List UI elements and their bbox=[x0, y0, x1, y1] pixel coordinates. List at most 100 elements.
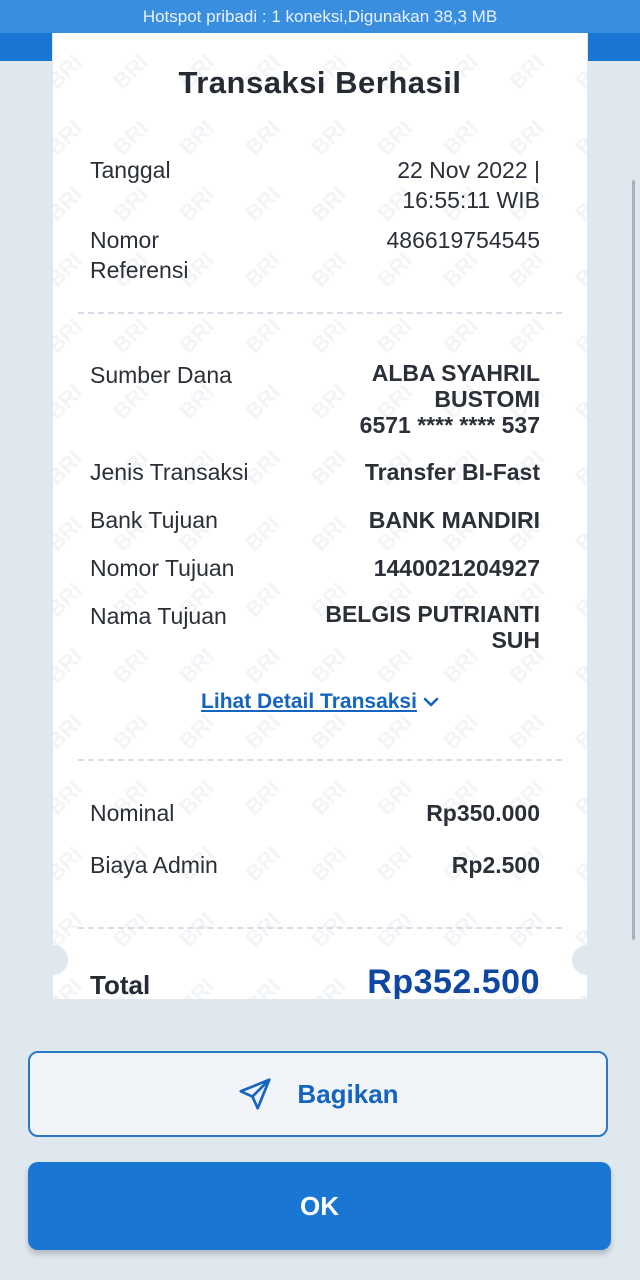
bank-tujuan-value: BANK MANDIRI bbox=[368, 507, 540, 533]
ticket-notch-left bbox=[53, 945, 68, 975]
jenis-transaksi-label: Jenis Transaksi bbox=[90, 459, 249, 485]
page-title: Transaksi Berhasil bbox=[178, 65, 462, 100]
watermark-logo: BRI bbox=[174, 643, 219, 688]
watermark-logo: BRI bbox=[570, 247, 587, 292]
divider bbox=[78, 312, 562, 314]
watermark-logo: BRI bbox=[174, 313, 219, 358]
nomor-referensi-label: Nomor Referensi bbox=[90, 225, 260, 285]
watermark-logo: BRI bbox=[570, 577, 587, 622]
watermark-logo: BRI bbox=[306, 313, 351, 358]
status-bar: Hotspot pribadi : 1 koneksi,Digunakan 38… bbox=[0, 0, 640, 33]
watermark-logo: BRI bbox=[53, 709, 87, 754]
watermark-logo: BRI bbox=[438, 313, 483, 358]
watermark-logo: BRI bbox=[53, 775, 87, 820]
watermark-logo: BRI bbox=[53, 181, 87, 226]
tanggal-value: 22 Nov 2022 | 16:55:11 WIB bbox=[320, 155, 540, 215]
bank-tujuan-label: Bank Tujuan bbox=[90, 507, 218, 533]
watermark-logo: BRI bbox=[504, 709, 549, 754]
detail-transaksi-link[interactable]: Lihat Detail Transaksi bbox=[53, 690, 587, 714]
watermark-logo: BRI bbox=[108, 313, 153, 358]
watermark-logo: BRI bbox=[240, 907, 285, 952]
biaya-admin-value: Rp2.500 bbox=[451, 852, 540, 878]
sumber-dana-value: ALBA SYAHRIL BUSTOMI 6571 **** **** 537 bbox=[280, 360, 540, 438]
watermark-logo: BRI bbox=[504, 313, 549, 358]
biaya-admin-label: Biaya Admin bbox=[90, 852, 218, 878]
watermark-logo: BRI bbox=[504, 907, 549, 952]
nama-tujuan-value: BELGIS PUTRIANTI SUH bbox=[280, 601, 540, 653]
watermark-logo: BRI bbox=[372, 313, 417, 358]
divider bbox=[78, 927, 562, 929]
divider bbox=[78, 759, 562, 761]
header-background-right bbox=[588, 33, 640, 61]
scrollbar[interactable] bbox=[632, 180, 635, 940]
watermark-logo: BRI bbox=[570, 313, 587, 358]
nama-tujuan-line2: SUH bbox=[491, 627, 540, 653]
watermark-logo: BRI bbox=[240, 313, 285, 358]
watermark-logo: BRI bbox=[53, 379, 87, 424]
watermark-logo: BRI bbox=[108, 181, 153, 226]
watermark-logo: BRI bbox=[570, 511, 587, 556]
tanggal-label: Tanggal bbox=[90, 157, 171, 183]
watermark-logo: BRI bbox=[306, 907, 351, 952]
detail-transaksi-label[interactable]: Lihat Detail Transaksi bbox=[201, 690, 417, 713]
watermark-logo: BRI bbox=[174, 115, 219, 160]
share-button[interactable]: Bagikan bbox=[28, 1051, 608, 1137]
nama-tujuan-label: Nama Tujuan bbox=[90, 603, 227, 629]
nomor-referensi-label-line2: Referensi bbox=[90, 257, 189, 283]
watermark-logo: BRI bbox=[372, 115, 417, 160]
watermark-logo: BRI bbox=[53, 973, 87, 999]
nominal-value: Rp350.000 bbox=[426, 800, 540, 826]
send-icon bbox=[239, 1078, 272, 1110]
nomor-referensi-value: 486619754545 bbox=[386, 227, 541, 253]
watermark-logo: BRI bbox=[240, 115, 285, 160]
nomor-tujuan-label: Nomor Tujuan bbox=[90, 555, 235, 581]
ok-button-label[interactable]: OK bbox=[300, 1191, 339, 1222]
share-button-label[interactable]: Bagikan bbox=[297, 1079, 398, 1110]
watermark-logo: BRI bbox=[372, 907, 417, 952]
watermark-logo: BRI bbox=[438, 907, 483, 952]
watermark-logo: BRI bbox=[174, 907, 219, 952]
watermark-logo: BRI bbox=[174, 973, 219, 999]
total-value: Rp352.500 bbox=[367, 963, 540, 999]
nominal-label: Nominal bbox=[90, 800, 175, 826]
watermark-logo: BRI bbox=[570, 379, 587, 424]
watermark-logo: BRI bbox=[570, 841, 587, 886]
watermark-logo: BRI bbox=[570, 445, 587, 490]
watermark-logo: BRI bbox=[108, 115, 153, 160]
header-background-left bbox=[0, 33, 52, 61]
watermark-logo: BRI bbox=[570, 115, 587, 160]
watermark-logo: BRI bbox=[108, 907, 153, 952]
sumber-dana-name-line1: ALBA SYAHRIL bbox=[371, 360, 540, 386]
watermark-logo: BRI bbox=[240, 709, 285, 754]
nomor-tujuan-value: 1440021204927 bbox=[373, 555, 540, 581]
watermark-logo: BRI bbox=[53, 841, 87, 886]
watermark-logo: BRI bbox=[53, 577, 87, 622]
watermark-logo: BRI bbox=[570, 643, 587, 688]
watermark-logo: BRI bbox=[53, 247, 87, 292]
watermark-logo: BRI bbox=[438, 115, 483, 160]
jenis-transaksi-value: Transfer BI-Fast bbox=[364, 459, 540, 485]
watermark-logo: BRI bbox=[53, 643, 87, 688]
watermark-logo: BRI bbox=[53, 511, 87, 556]
watermark-logo: BRI bbox=[240, 643, 285, 688]
ok-button[interactable]: OK bbox=[28, 1162, 611, 1250]
watermark-logo: BRI bbox=[570, 973, 587, 999]
watermark-logo: BRI bbox=[53, 445, 87, 490]
nomor-referensi-label-line1: Nomor bbox=[90, 227, 160, 253]
watermark-logo: BRI bbox=[438, 709, 483, 754]
tanggal-time: 16:55:11 WIB bbox=[402, 187, 540, 213]
watermark-logo: BRI bbox=[240, 181, 285, 226]
watermark-logo: BRI bbox=[174, 181, 219, 226]
watermark-logo: BRI bbox=[53, 115, 87, 160]
ticket-notch-right bbox=[572, 945, 587, 975]
watermark-logo: BRI bbox=[570, 709, 587, 754]
watermark-logo: BRI bbox=[306, 973, 351, 999]
watermark-logo: BRI bbox=[53, 313, 87, 358]
watermark-logo: BRI bbox=[240, 973, 285, 999]
watermark-logo: BRI bbox=[306, 115, 351, 160]
watermark-logo: BRI bbox=[570, 775, 587, 820]
watermark-logo: BRI bbox=[372, 709, 417, 754]
tanggal-date: 22 Nov 2022 | bbox=[397, 157, 540, 183]
nama-tujuan-line1: BELGIS PUTRIANTI bbox=[325, 601, 540, 627]
watermark-logo: BRI bbox=[108, 643, 153, 688]
